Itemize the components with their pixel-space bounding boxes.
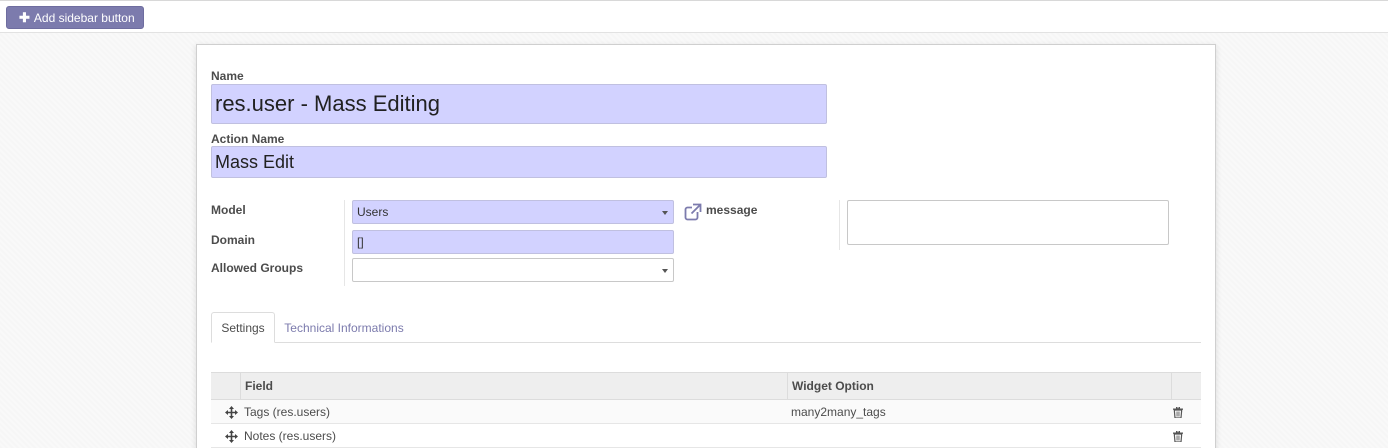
domain-input[interactable]: [] <box>352 230 674 254</box>
trash-icon[interactable] <box>1171 400 1185 424</box>
plus-icon: ✚ <box>19 10 30 25</box>
tab-settings[interactable]: Settings <box>211 312 275 343</box>
add-sidebar-button-label: Add sidebar button <box>33 10 135 25</box>
move-arrows-icon[interactable] <box>223 424 239 448</box>
caret-down-icon <box>662 211 668 215</box>
column-header-field[interactable]: Field <box>245 373 273 399</box>
table-row[interactable]: Tags (res.users) many2many_tags <box>211 400 1201 424</box>
tab-technical-informations[interactable]: Technical Informations <box>279 312 409 343</box>
top-toolbar: ✚ Add sidebar button <box>0 0 1388 33</box>
caret-down-icon <box>662 269 668 273</box>
action-name-label: Action Name <box>211 132 285 146</box>
message-divider <box>839 200 840 250</box>
model-label: Model <box>211 203 246 217</box>
domain-label: Domain <box>211 233 256 247</box>
header-divider <box>240 373 241 399</box>
name-input[interactable]: res.user - Mass Editing <box>211 84 827 124</box>
add-sidebar-button[interactable]: ✚ Add sidebar button <box>6 6 144 29</box>
message-label: message <box>706 203 758 217</box>
action-name-input[interactable]: Mass Edit <box>211 146 827 178</box>
message-textbox[interactable] <box>847 200 1169 245</box>
column-header-widget-option[interactable]: Widget Option <box>792 373 874 399</box>
table-row[interactable]: Notes (res.users) <box>211 424 1201 448</box>
domain-input-value: [] <box>357 235 364 249</box>
row-field: Notes (res.users) <box>244 429 337 443</box>
header-divider <box>1171 373 1172 399</box>
row-widget-option: many2many_tags <box>791 405 886 419</box>
label-divider <box>344 200 345 286</box>
header-divider <box>787 373 788 399</box>
external-link-icon[interactable] <box>684 203 702 221</box>
allowed-groups-label: Allowed Groups <box>211 261 304 275</box>
allowed-groups-select[interactable] <box>352 258 674 282</box>
move-arrows-icon[interactable] <box>223 400 239 424</box>
model-select-value: Users <box>357 205 389 219</box>
table-header: Field Widget Option <box>211 372 1201 400</box>
model-select[interactable]: Users <box>352 200 674 224</box>
row-field: Tags (res.users) <box>244 405 331 419</box>
form-sheet: Name res.user - Mass Editing Action Name… <box>196 44 1216 448</box>
name-label: Name <box>211 69 244 83</box>
trash-icon[interactable] <box>1171 424 1185 448</box>
